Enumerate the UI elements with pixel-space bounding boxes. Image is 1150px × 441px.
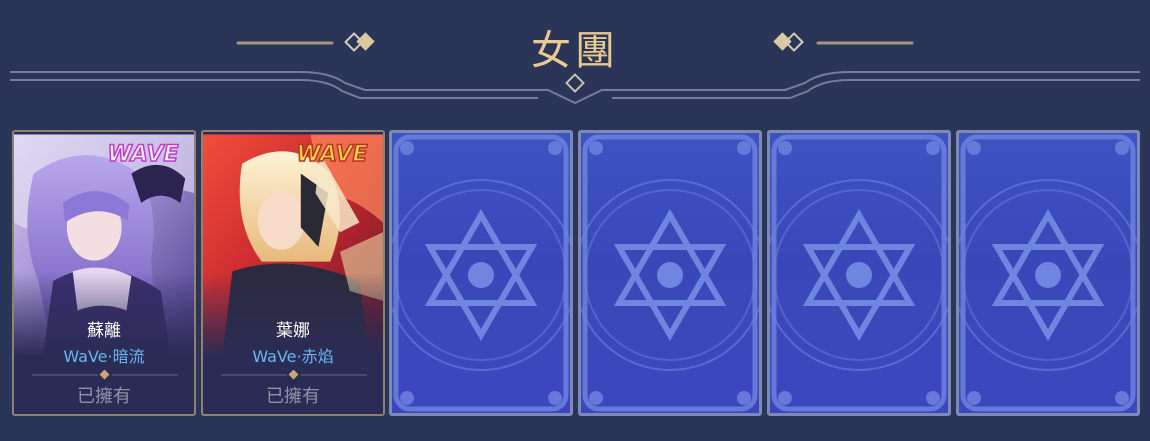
skin-card-locked[interactable] <box>956 130 1140 416</box>
hexagram-icon <box>770 134 948 412</box>
svg-text:WAVE: WAVE <box>296 142 367 167</box>
skin-card-locked[interactable] <box>578 130 762 416</box>
hero-name: 蘇離 <box>87 321 121 341</box>
skin-card-owned[interactable]: WAVE 蘇離 WaVe·暗流 已擁有 <box>12 130 196 416</box>
skin-name: WaVe·赤焰 <box>252 347 334 366</box>
wave-logo: WAVE <box>296 141 369 168</box>
section-header: 女團 <box>0 0 1150 110</box>
svg-text:WAVE: WAVE <box>107 142 178 167</box>
hero-name: 葉娜 <box>276 321 310 341</box>
page-title: 女團 <box>531 28 619 74</box>
diamond-icon <box>565 73 585 93</box>
skin-name: WaVe·暗流 <box>63 347 145 366</box>
skin-card-list: WAVE 蘇離 WaVe·暗流 已擁有 WAVE 葉娜 WaVe·赤焰 已擁有 <box>12 130 1142 418</box>
owned-status: 已擁有 <box>266 386 320 407</box>
separator <box>32 370 178 380</box>
skin-card-locked[interactable] <box>389 130 573 416</box>
hexagram-icon <box>392 134 570 412</box>
skin-card-owned[interactable]: WAVE 葉娜 WaVe·赤焰 已擁有 <box>201 130 385 416</box>
skin-card-locked[interactable] <box>767 130 951 416</box>
wave-logo: WAVE <box>107 141 180 168</box>
owned-status: 已擁有 <box>77 386 131 407</box>
hexagram-icon <box>959 134 1137 412</box>
hexagram-icon <box>581 134 759 412</box>
separator <box>221 370 367 380</box>
